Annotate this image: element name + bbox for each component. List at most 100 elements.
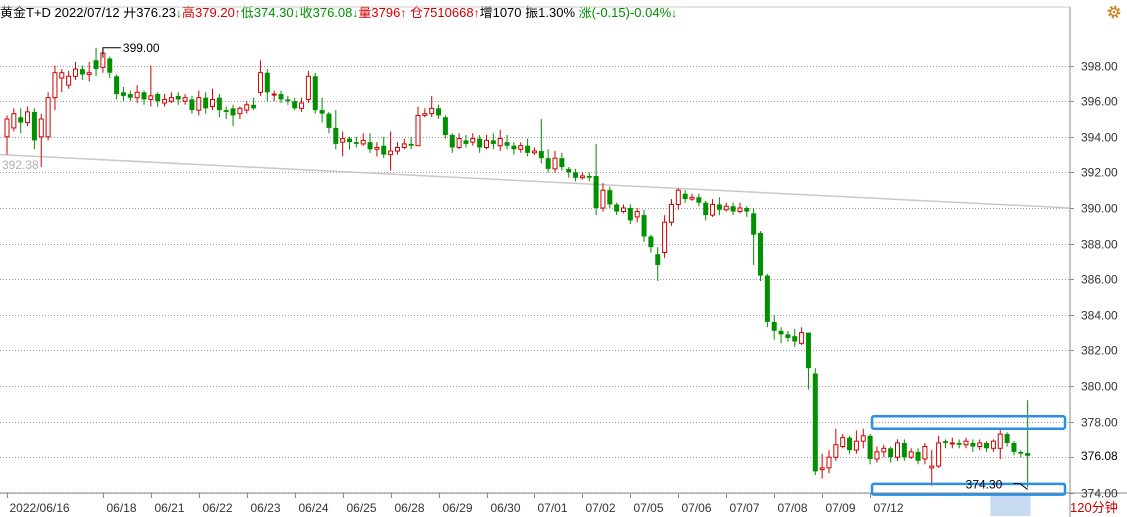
x-tick-label: 07/02 bbox=[586, 501, 616, 515]
candle-body bbox=[812, 373, 818, 472]
candle-body bbox=[305, 75, 311, 100]
candle-body bbox=[120, 92, 126, 96]
candle-body bbox=[799, 332, 805, 344]
candle-body bbox=[764, 275, 770, 322]
candle-body bbox=[470, 138, 476, 143]
candle-body bbox=[127, 94, 133, 98]
candle-body bbox=[730, 206, 736, 212]
candle-body bbox=[442, 117, 448, 136]
candle-body bbox=[682, 193, 688, 200]
candle-body bbox=[292, 101, 298, 109]
candles bbox=[4, 47, 1031, 488]
candle-body bbox=[59, 72, 65, 79]
candle-body bbox=[1025, 453, 1031, 456]
candle-body bbox=[237, 107, 243, 115]
candle-body bbox=[189, 99, 195, 111]
candle-body bbox=[141, 92, 147, 100]
candle-body bbox=[449, 135, 455, 148]
candle-body bbox=[168, 97, 174, 102]
candle-body bbox=[93, 60, 99, 70]
candle-body bbox=[511, 145, 517, 150]
x-tick-label: 07/12 bbox=[874, 501, 904, 515]
candle-body bbox=[155, 94, 161, 102]
y-tick-label: 396.00 bbox=[1081, 95, 1118, 109]
candle-body bbox=[566, 168, 572, 173]
candle-body bbox=[114, 76, 120, 95]
candle-body bbox=[621, 207, 626, 213]
candle-body bbox=[573, 172, 579, 178]
candle-body bbox=[936, 442, 942, 467]
candle-body bbox=[990, 440, 996, 449]
candle-body bbox=[579, 175, 585, 179]
x-tick-label: 2022/06/16 bbox=[10, 501, 70, 515]
candle-body bbox=[79, 69, 85, 75]
candle-body bbox=[662, 221, 668, 254]
candle-body bbox=[353, 142, 359, 144]
candle-body bbox=[600, 189, 606, 209]
candle-body bbox=[792, 336, 798, 342]
candle-body bbox=[668, 203, 674, 223]
candle-body bbox=[312, 76, 318, 111]
candle-body bbox=[360, 139, 366, 145]
candle-body bbox=[888, 448, 894, 458]
candle-body bbox=[744, 208, 750, 212]
candle-body bbox=[66, 75, 72, 86]
candle-body bbox=[881, 447, 887, 453]
candle-body bbox=[257, 72, 263, 93]
candle-body bbox=[970, 442, 976, 447]
x-tick-label: 06/21 bbox=[155, 501, 185, 515]
candle-body bbox=[333, 127, 339, 144]
crosshair-price-label: 392.38 bbox=[2, 158, 39, 172]
candle-body bbox=[18, 117, 24, 123]
candle-body bbox=[299, 102, 305, 109]
y-tick-label: 388.00 bbox=[1081, 238, 1118, 252]
candle-body bbox=[278, 94, 284, 100]
x-tick-label: 06/24 bbox=[299, 501, 329, 515]
candle-body bbox=[52, 72, 58, 99]
candle-body bbox=[463, 140, 469, 144]
y-tick-label: 390.00 bbox=[1081, 202, 1118, 216]
candle-body bbox=[915, 451, 921, 461]
candle-body bbox=[25, 111, 31, 124]
x-tick-label: 07/06 bbox=[682, 501, 712, 515]
candle-body bbox=[477, 138, 483, 148]
candle-body bbox=[833, 444, 839, 458]
current-price-label: 376.08 bbox=[1081, 449, 1118, 463]
period-selector[interactable]: 120分钟 bbox=[1070, 499, 1127, 517]
candle-body bbox=[840, 437, 846, 448]
candle-body bbox=[73, 68, 78, 77]
candle-body bbox=[614, 204, 620, 212]
y-tick-label: 394.00 bbox=[1081, 131, 1118, 145]
candle-body bbox=[210, 98, 215, 108]
candle-body bbox=[922, 446, 928, 460]
candle-body bbox=[244, 104, 250, 111]
candle-body bbox=[819, 467, 825, 471]
candle-body bbox=[531, 150, 537, 154]
y-tick-label: 384.00 bbox=[1081, 309, 1118, 323]
candle-body bbox=[538, 151, 544, 159]
candle-body bbox=[895, 442, 900, 458]
selected-range bbox=[990, 494, 1031, 516]
y-tick-label: 382.00 bbox=[1081, 344, 1118, 358]
candle-body bbox=[251, 104, 257, 109]
candle-body bbox=[497, 138, 503, 147]
candle-body bbox=[162, 98, 168, 104]
candle-body bbox=[956, 442, 962, 445]
x-tick-label: 06/22 bbox=[203, 501, 233, 515]
candle-body bbox=[977, 442, 983, 448]
candle-body bbox=[771, 321, 777, 331]
y-tick-label: 378.00 bbox=[1081, 416, 1118, 430]
x-tick-label: 06/29 bbox=[443, 501, 473, 515]
candle-body bbox=[415, 114, 421, 147]
candle-body bbox=[655, 254, 661, 265]
candle-body bbox=[874, 451, 880, 460]
x-tick-label: 07/01 bbox=[538, 501, 568, 515]
axis-highlight bbox=[990, 494, 1031, 516]
y-tick-label: 386.00 bbox=[1081, 273, 1118, 287]
x-tick-label: 07/08 bbox=[778, 501, 808, 515]
max-label: 399.00 bbox=[123, 41, 160, 55]
x-tick-label: 07/07 bbox=[730, 501, 760, 515]
x-tick-label: 07/09 bbox=[826, 501, 856, 515]
candle-body bbox=[175, 95, 181, 100]
grid-lines bbox=[0, 6, 1127, 517]
